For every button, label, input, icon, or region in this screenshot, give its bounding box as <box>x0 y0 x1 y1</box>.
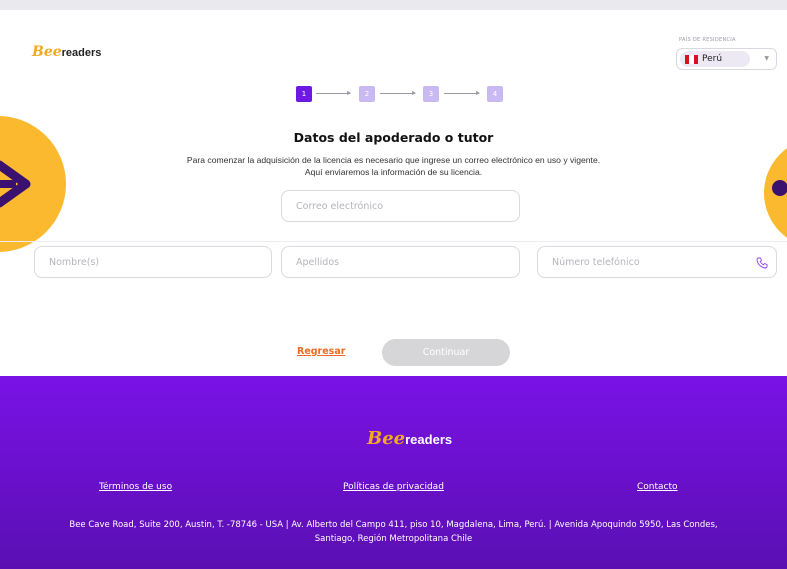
phone-input[interactable] <box>538 247 776 277</box>
privacy-link[interactable]: Políticas de privacidad <box>343 482 444 492</box>
terms-link[interactable]: Términos de uso <box>99 482 172 492</box>
step-2: 2 <box>359 86 375 102</box>
step-4: 4 <box>487 86 503 102</box>
country-name: Perú <box>702 54 723 64</box>
step-1: 1 <box>296 86 312 102</box>
country-select[interactable]: Perú ▼ <box>676 48 777 70</box>
arrow-right-icon <box>0 160 31 208</box>
surname-field <box>281 246 520 278</box>
step-arrow <box>316 91 351 95</box>
continue-button[interactable]: Continuar <box>382 339 510 366</box>
logo-readers-text: readers <box>61 47 102 59</box>
description-line-1: Para comenzar la adquisición de la licen… <box>186 155 601 165</box>
decorative-circle-right <box>764 138 787 248</box>
form-card: Bee readers PAÍS DE RESIDENCIA Perú ▼ 1 … <box>0 10 787 376</box>
footer-logo-readers-text: readers <box>405 432 453 447</box>
step-3: 3 <box>423 86 439 102</box>
logo-bee-text: Bee <box>32 44 62 60</box>
step-arrow <box>444 91 480 95</box>
footer-address: Bee Cave Road, Suite 200, Austin, T. -78… <box>14 518 773 546</box>
form-description: Para comenzar la adquisición de la licen… <box>120 154 667 178</box>
name-field <box>34 246 272 278</box>
divider <box>0 241 787 242</box>
description-line-2: Aquí enviaremos la información de su lic… <box>304 167 483 177</box>
page: Bee readers PAÍS DE RESIDENCIA Perú ▼ 1 … <box>0 0 787 569</box>
contact-link[interactable]: Contacto <box>637 482 678 492</box>
step-arrow <box>380 91 416 95</box>
address-line-1: Bee Cave Road, Suite 200, Austin, T. -78… <box>69 520 718 530</box>
address-line-2: Santiago, Región Metropolitana Chile <box>314 534 473 544</box>
name-input[interactable] <box>35 247 271 277</box>
decorative-dot <box>772 180 787 196</box>
phone-field <box>537 246 777 278</box>
email-input[interactable] <box>282 191 519 221</box>
email-field <box>281 190 520 222</box>
surname-input[interactable] <box>282 247 519 277</box>
chevron-down-icon: ▼ <box>764 55 769 62</box>
country-selected-pill: Perú <box>680 51 750 67</box>
back-link[interactable]: Regresar <box>297 346 345 357</box>
form-title: Datos del apoderado o tutor <box>293 130 494 145</box>
brand-logo[interactable]: Bee readers <box>32 44 101 60</box>
flag-peru-icon <box>685 54 698 64</box>
footer: Bee readers Términos de uso Políticas de… <box>0 376 787 569</box>
country-label: PAÍS DE RESIDENCIA <box>679 37 736 43</box>
footer-logo[interactable]: Bee readers <box>367 428 452 449</box>
phone-icon <box>756 257 768 269</box>
footer-logo-bee-text: Bee <box>367 428 406 449</box>
